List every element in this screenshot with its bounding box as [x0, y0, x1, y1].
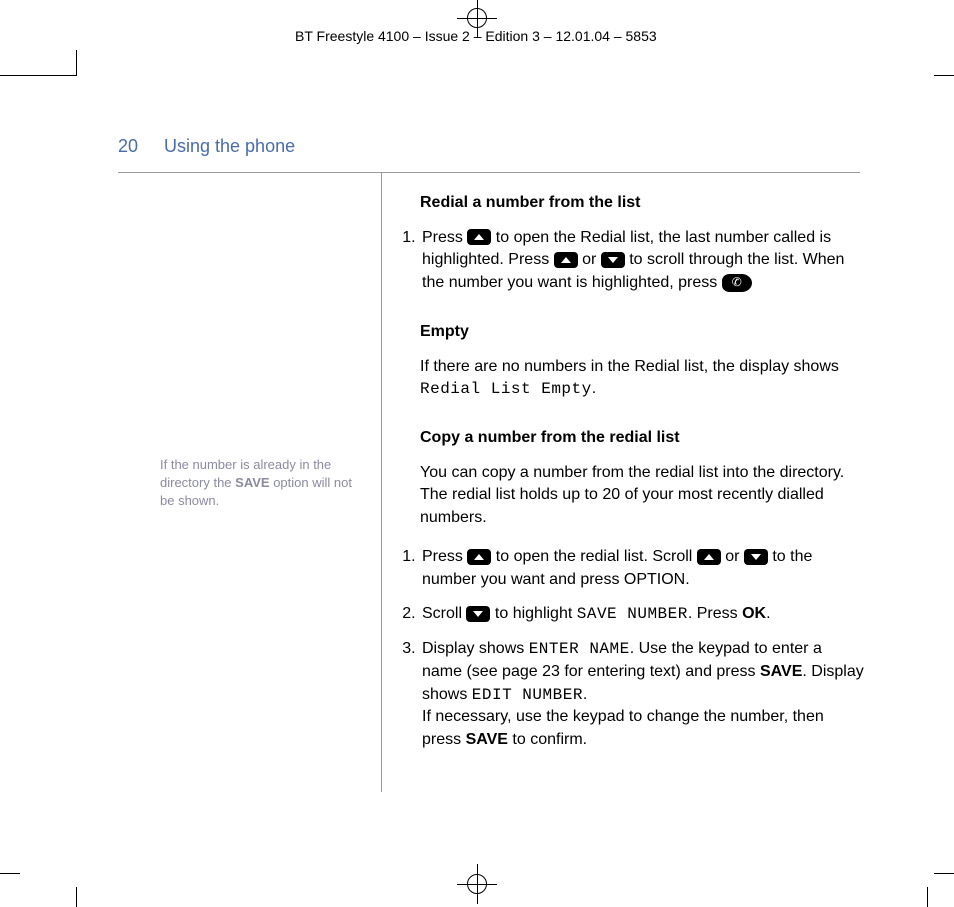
text: If there are no numbers in the Redial li… — [420, 358, 839, 375]
talk-icon — [722, 274, 752, 292]
bold-ok: OK — [742, 605, 766, 622]
crop-mark — [76, 50, 77, 76]
redial-step-1: Press to open the Redial list, the last … — [420, 227, 864, 295]
text: . — [592, 380, 596, 397]
up-arrow-icon — [554, 252, 578, 268]
text: . — [766, 605, 770, 622]
manual-page: { "header": { "running_head": "BT Freest… — [0, 0, 954, 907]
divider-horizontal — [118, 172, 860, 173]
text: Display shows — [422, 640, 529, 657]
lcd-text: SAVE NUMBER — [577, 605, 688, 623]
heading-empty: Empty — [420, 321, 864, 344]
margin-note-bold: SAVE — [235, 475, 269, 490]
section-title: Using the phone — [164, 136, 295, 157]
copy-step-2: Scroll to highlight SAVE NUMBER. Press O… — [420, 603, 864, 626]
down-arrow-icon — [744, 549, 768, 565]
crop-mark — [76, 887, 77, 907]
crop-mark — [934, 75, 954, 76]
section-copy: Copy a number from the redial list You c… — [394, 427, 864, 752]
crop-mark — [934, 873, 954, 874]
text: or — [721, 548, 744, 565]
down-arrow-icon — [601, 252, 625, 268]
text: to confirm. — [508, 731, 587, 748]
registration-mark-bottom — [463, 870, 491, 898]
crop-mark — [927, 887, 928, 907]
up-arrow-icon — [467, 549, 491, 565]
section-redial: Redial a number from the list Press to o… — [394, 192, 864, 295]
bold-save: SAVE — [466, 731, 508, 748]
text: Press — [422, 548, 467, 565]
section-empty: Empty If there are no numbers in the Red… — [420, 321, 864, 401]
text: Scroll — [422, 605, 466, 622]
page-number: 20 — [118, 136, 138, 157]
text: to open the redial list. Scroll — [491, 548, 696, 565]
text: . Press — [688, 605, 742, 622]
down-arrow-icon — [466, 606, 490, 622]
main-content: Redial a number from the list Press to o… — [394, 192, 864, 778]
empty-body: If there are no numbers in the Redial li… — [420, 356, 864, 401]
margin-note: If the number is already in the director… — [160, 456, 356, 511]
lcd-text: EDIT NUMBER — [472, 686, 583, 704]
bold-save: SAVE — [760, 663, 802, 680]
lcd-text: ENTER NAME — [529, 640, 630, 658]
up-arrow-icon — [467, 229, 491, 245]
text: . — [583, 686, 587, 703]
heading-redial: Redial a number from the list — [420, 192, 864, 215]
running-head: BT Freestyle 4100 – Issue 2 – Edition 3 … — [295, 28, 657, 44]
copy-step-1: Press to open the redial list. Scroll or… — [420, 546, 864, 591]
text: Press — [422, 229, 467, 246]
text: to highlight — [490, 605, 576, 622]
copy-step-3: Display shows ENTER NAME. Use the keypad… — [420, 638, 864, 752]
crop-mark — [0, 873, 20, 874]
up-arrow-icon — [697, 549, 721, 565]
copy-intro: You can copy a number from the redial li… — [420, 462, 864, 530]
text: or — [578, 251, 601, 268]
heading-copy: Copy a number from the redial list — [420, 427, 864, 450]
crop-mark — [0, 75, 76, 76]
lcd-text: Redial List Empty — [420, 380, 592, 398]
divider-vertical — [381, 172, 382, 792]
